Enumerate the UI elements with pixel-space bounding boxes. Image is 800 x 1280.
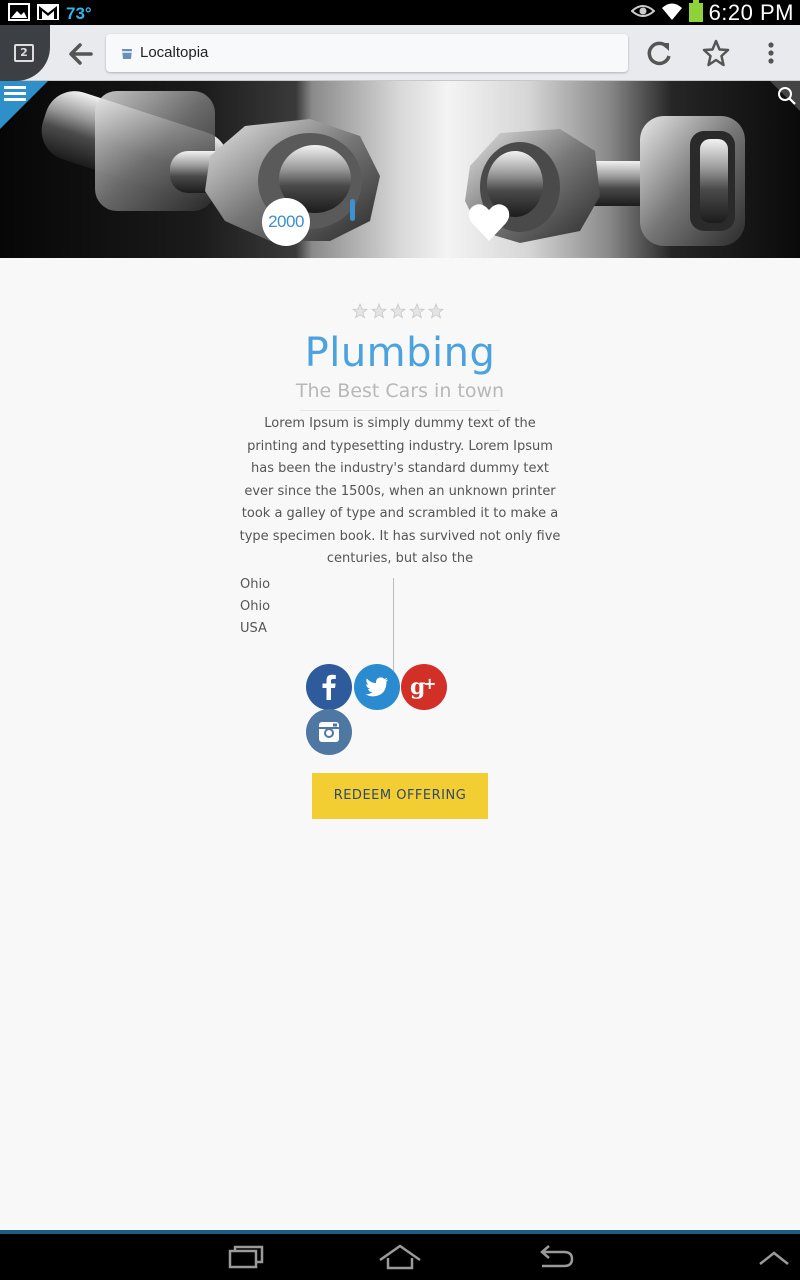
star-icon [702,39,730,67]
instagram-button[interactable] [306,709,352,755]
address-line: Ohio [240,599,271,614]
rating-star-icon [352,303,368,319]
expand-button[interactable] [754,1242,794,1276]
rating-star-icon [428,303,444,319]
search-icon [770,81,800,111]
search-button[interactable] [770,81,800,111]
address-line: USA [240,621,267,636]
home-button[interactable] [376,1242,424,1276]
back-arrow-icon [69,43,93,65]
overflow-menu-icon [768,42,774,64]
hamburger-menu-button[interactable] [0,81,48,129]
tab-count: 2 [14,44,34,62]
hero-image [41,91,745,246]
back-button-system[interactable] [532,1242,580,1276]
screen: 73° 6:20 PM 2 Localtopia 2000 Plumbing T… [0,0,800,1280]
favicon-icon [120,46,134,65]
rating-star-icon [409,303,425,319]
google-plus-button[interactable]: g + [401,664,447,710]
browser-toolbar: 2 Localtopia [0,25,800,81]
listing-subtitle: The Best Cars in town [295,380,505,402]
facebook-button[interactable] [306,664,352,710]
home-icon [379,1244,421,1270]
recent-apps-icon [228,1245,264,1269]
address: Ohio Ohio USA [240,574,270,640]
star-rating[interactable] [352,303,448,319]
hero-banner: 2000 [0,81,800,258]
rating-star-icon [390,303,406,319]
reload-button[interactable] [642,37,676,71]
battery-icon [688,0,703,26]
slider-indicator [350,199,355,221]
tab-switcher-button[interactable]: 2 [0,25,50,81]
reload-icon [647,41,671,66]
instagram-icon [319,722,339,742]
svg-text:+: + [423,674,436,693]
facebook-icon [322,674,336,700]
heart-icon [468,204,510,241]
recent-apps-button[interactable] [222,1242,268,1276]
favorite-button[interactable] [466,199,512,245]
eye-icon [630,3,656,23]
gmail-icon [36,3,60,25]
twitter-icon [365,677,388,697]
wifi-icon [661,1,683,25]
clock: 6:20 PM [708,0,794,25]
rating-star-icon [371,303,387,319]
bookmark-button[interactable] [700,37,732,69]
listing-title: Plumbing [304,330,496,376]
listing-description: Lorem Ipsum is simply dummy text of the … [239,416,561,566]
back-button[interactable] [58,32,104,76]
address-bar[interactable]: Localtopia [106,34,628,72]
status-bar: 73° 6:20 PM [0,0,800,25]
back-icon [540,1245,574,1268]
temperature: 73° [66,4,92,23]
count-badge: 2000 [262,198,310,246]
overflow-menu-button[interactable] [758,37,784,69]
hamburger-icon [0,81,48,129]
gallery-icon [8,3,30,25]
redeem-offering-button[interactable]: REDEEM OFFERING [312,773,488,819]
system-navigation-bar [0,1234,800,1280]
address-line: Ohio [240,577,271,592]
twitter-button[interactable] [354,664,400,710]
google-plus-icon: g+ [410,674,436,700]
chevron-up-icon [759,1251,789,1265]
url-text: Localtopia [140,44,209,61]
divider [300,410,500,411]
